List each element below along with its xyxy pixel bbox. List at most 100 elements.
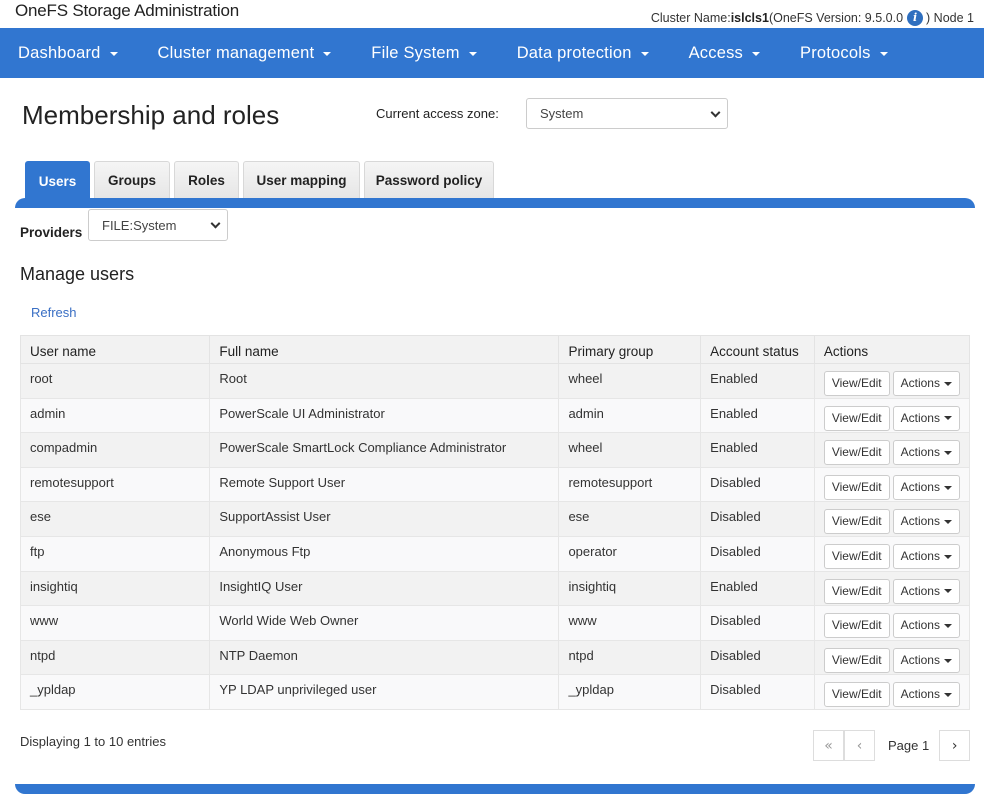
providers-select[interactable]: FILE:System <box>88 209 228 241</box>
cell-account-status: Disabled <box>700 605 815 641</box>
nav-protocols[interactable]: Protocols <box>800 44 888 63</box>
actions-dropdown-button[interactable]: Actions <box>892 647 960 673</box>
caret-down-icon <box>468 52 477 56</box>
nav-label: Data protection <box>516 43 632 62</box>
content-bottom-border <box>15 784 975 794</box>
cell-full-name: World Wide Web Owner <box>209 605 560 641</box>
cell-user-name: remotesupport <box>19 466 211 503</box>
nav-file-system[interactable]: File System <box>371 43 477 63</box>
cell-primary-group: remotesupport <box>558 466 702 503</box>
caret-down-icon <box>943 451 952 456</box>
caret-down-icon <box>943 520 952 525</box>
actions-label: Actions <box>900 548 940 563</box>
prev-page-button[interactable]: ‹ <box>844 730 875 761</box>
actions-dropdown-button[interactable]: Actions <box>892 371 960 396</box>
cell-account-status: Enabled <box>700 397 815 434</box>
info-icon[interactable]: i <box>907 10 924 26</box>
cell-primary-group: www <box>558 605 702 641</box>
refresh-link[interactable]: Refresh <box>31 305 77 320</box>
nav-label: Cluster management <box>157 43 315 62</box>
cell-full-name: PowerScale UI Administrator <box>209 397 560 434</box>
cluster-info: Cluster Name: islcls1 (OneFS Version: 9.… <box>651 10 974 26</box>
caret-down-icon <box>943 485 952 490</box>
view-edit-button[interactable]: View/Edit <box>823 474 890 500</box>
table-row: remotesupport Remote Support User remotesu… <box>19 466 971 503</box>
providers-row: Providers FILE:System <box>0 209 984 257</box>
caret-down-icon <box>943 658 952 663</box>
view-edit-button[interactable]: View/Edit <box>823 613 890 639</box>
actions-label: Actions <box>900 514 940 529</box>
caret-down-icon <box>943 589 952 594</box>
cell-account-status: Disabled <box>700 639 815 676</box>
cell-account-status: Disabled <box>700 466 815 503</box>
actions-dropdown-button[interactable]: Actions <box>892 613 960 639</box>
cell-actions: View/Edit Actions <box>813 501 971 537</box>
actions-dropdown-button[interactable]: Actions <box>892 474 960 500</box>
cell-primary-group: insightiq <box>558 570 702 607</box>
actions-label: Actions <box>900 618 940 633</box>
view-edit-button[interactable]: View/Edit <box>823 509 890 535</box>
cell-user-name: ftp <box>19 535 211 572</box>
access-zone-select[interactable]: System <box>526 98 728 129</box>
view-edit-button[interactable]: View/Edit <box>823 543 890 569</box>
column-header-account-status[interactable]: Account status <box>700 335 815 364</box>
providers-label: Providers <box>20 225 83 240</box>
actions-dropdown-button[interactable]: Actions <box>892 682 960 708</box>
caret-down-icon <box>323 52 332 56</box>
actions-dropdown-button[interactable]: Actions <box>892 578 960 604</box>
cell-account-status: Disabled <box>700 501 815 537</box>
entries-count: Displaying 1 to 10 entries <box>20 734 166 749</box>
table-row: root Root wheel Enabled View/Edit Actions <box>19 363 971 399</box>
tab-groups[interactable]: Groups <box>94 161 170 198</box>
view-edit-button[interactable]: View/Edit <box>823 578 890 604</box>
actions-dropdown-button[interactable]: Actions <box>892 440 960 466</box>
tab-content-top-border <box>15 198 975 208</box>
view-edit-button[interactable]: View/Edit <box>823 371 890 396</box>
tab-user-mapping[interactable]: User mapping <box>243 161 360 198</box>
tab-roles[interactable]: Roles <box>174 161 239 198</box>
nav-cluster-management[interactable]: Cluster management <box>158 44 332 63</box>
next-page-button[interactable]: › <box>939 730 971 761</box>
cell-full-name: NTP Daemon <box>209 639 560 676</box>
tab-password-policy[interactable]: Password policy <box>364 161 494 198</box>
cell-full-name: SupportAssist User <box>209 501 560 537</box>
column-header-user-name[interactable]: User name <box>19 335 211 364</box>
column-header-full-name[interactable]: Full name <box>209 335 560 364</box>
cell-account-status: Disabled <box>700 535 815 572</box>
caret-down-icon <box>751 52 760 56</box>
cell-primary-group: _ypldap <box>558 674 702 710</box>
actions-dropdown-button[interactable]: Actions <box>892 509 960 535</box>
table-body: root Root wheel Enabled View/Edit Actions admi… <box>19 363 971 710</box>
cell-user-name: ese <box>19 501 211 537</box>
providers-value: FILE:System <box>102 217 177 233</box>
users-table: User name Full name Primary group Accoun… <box>19 335 971 710</box>
cell-primary-group: wheel <box>558 432 702 468</box>
table-row: ntpd NTP Daemon ntpd Disabled View/Edit Actio… <box>19 639 971 676</box>
nav-access[interactable]: Access <box>689 44 760 63</box>
cell-full-name: Anonymous Ftp <box>209 535 560 572</box>
table-row: compadmin PowerScale SmartLock Compliance… <box>19 432 971 468</box>
actions-dropdown-button[interactable]: Actions <box>892 405 960 431</box>
view-edit-button[interactable]: View/Edit <box>823 440 890 466</box>
first-page-button[interactable]: « <box>813 730 844 761</box>
caret-down-icon <box>943 693 952 698</box>
cell-primary-group: wheel <box>558 363 702 399</box>
table-row: www World Wide Web Owner www Disabled View/E… <box>19 605 971 641</box>
cell-full-name: PowerScale SmartLock Compliance Administ… <box>209 432 560 468</box>
view-edit-button[interactable]: View/Edit <box>823 647 890 673</box>
column-header-primary-group[interactable]: Primary group <box>558 335 702 364</box>
cell-actions: View/Edit Actions <box>813 432 971 468</box>
tab-users[interactable]: Users <box>25 161 90 200</box>
nav-dashboard[interactable]: Dashboard <box>18 44 118 63</box>
nav-data-protection[interactable]: Data protection <box>517 44 649 63</box>
view-edit-button[interactable]: View/Edit <box>823 405 890 431</box>
access-zone-label: Current access zone: <box>376 106 499 121</box>
table-header-row: User name Full name Primary group Accoun… <box>19 335 971 364</box>
actions-label: Actions <box>900 687 940 702</box>
caret-down-icon <box>943 381 952 386</box>
actions-dropdown-button[interactable]: Actions <box>892 543 960 569</box>
nav-label: File System <box>371 43 460 62</box>
actions-label: Actions <box>900 479 940 494</box>
view-edit-button[interactable]: View/Edit <box>823 682 890 708</box>
cluster-name: islcls1 <box>730 11 769 25</box>
